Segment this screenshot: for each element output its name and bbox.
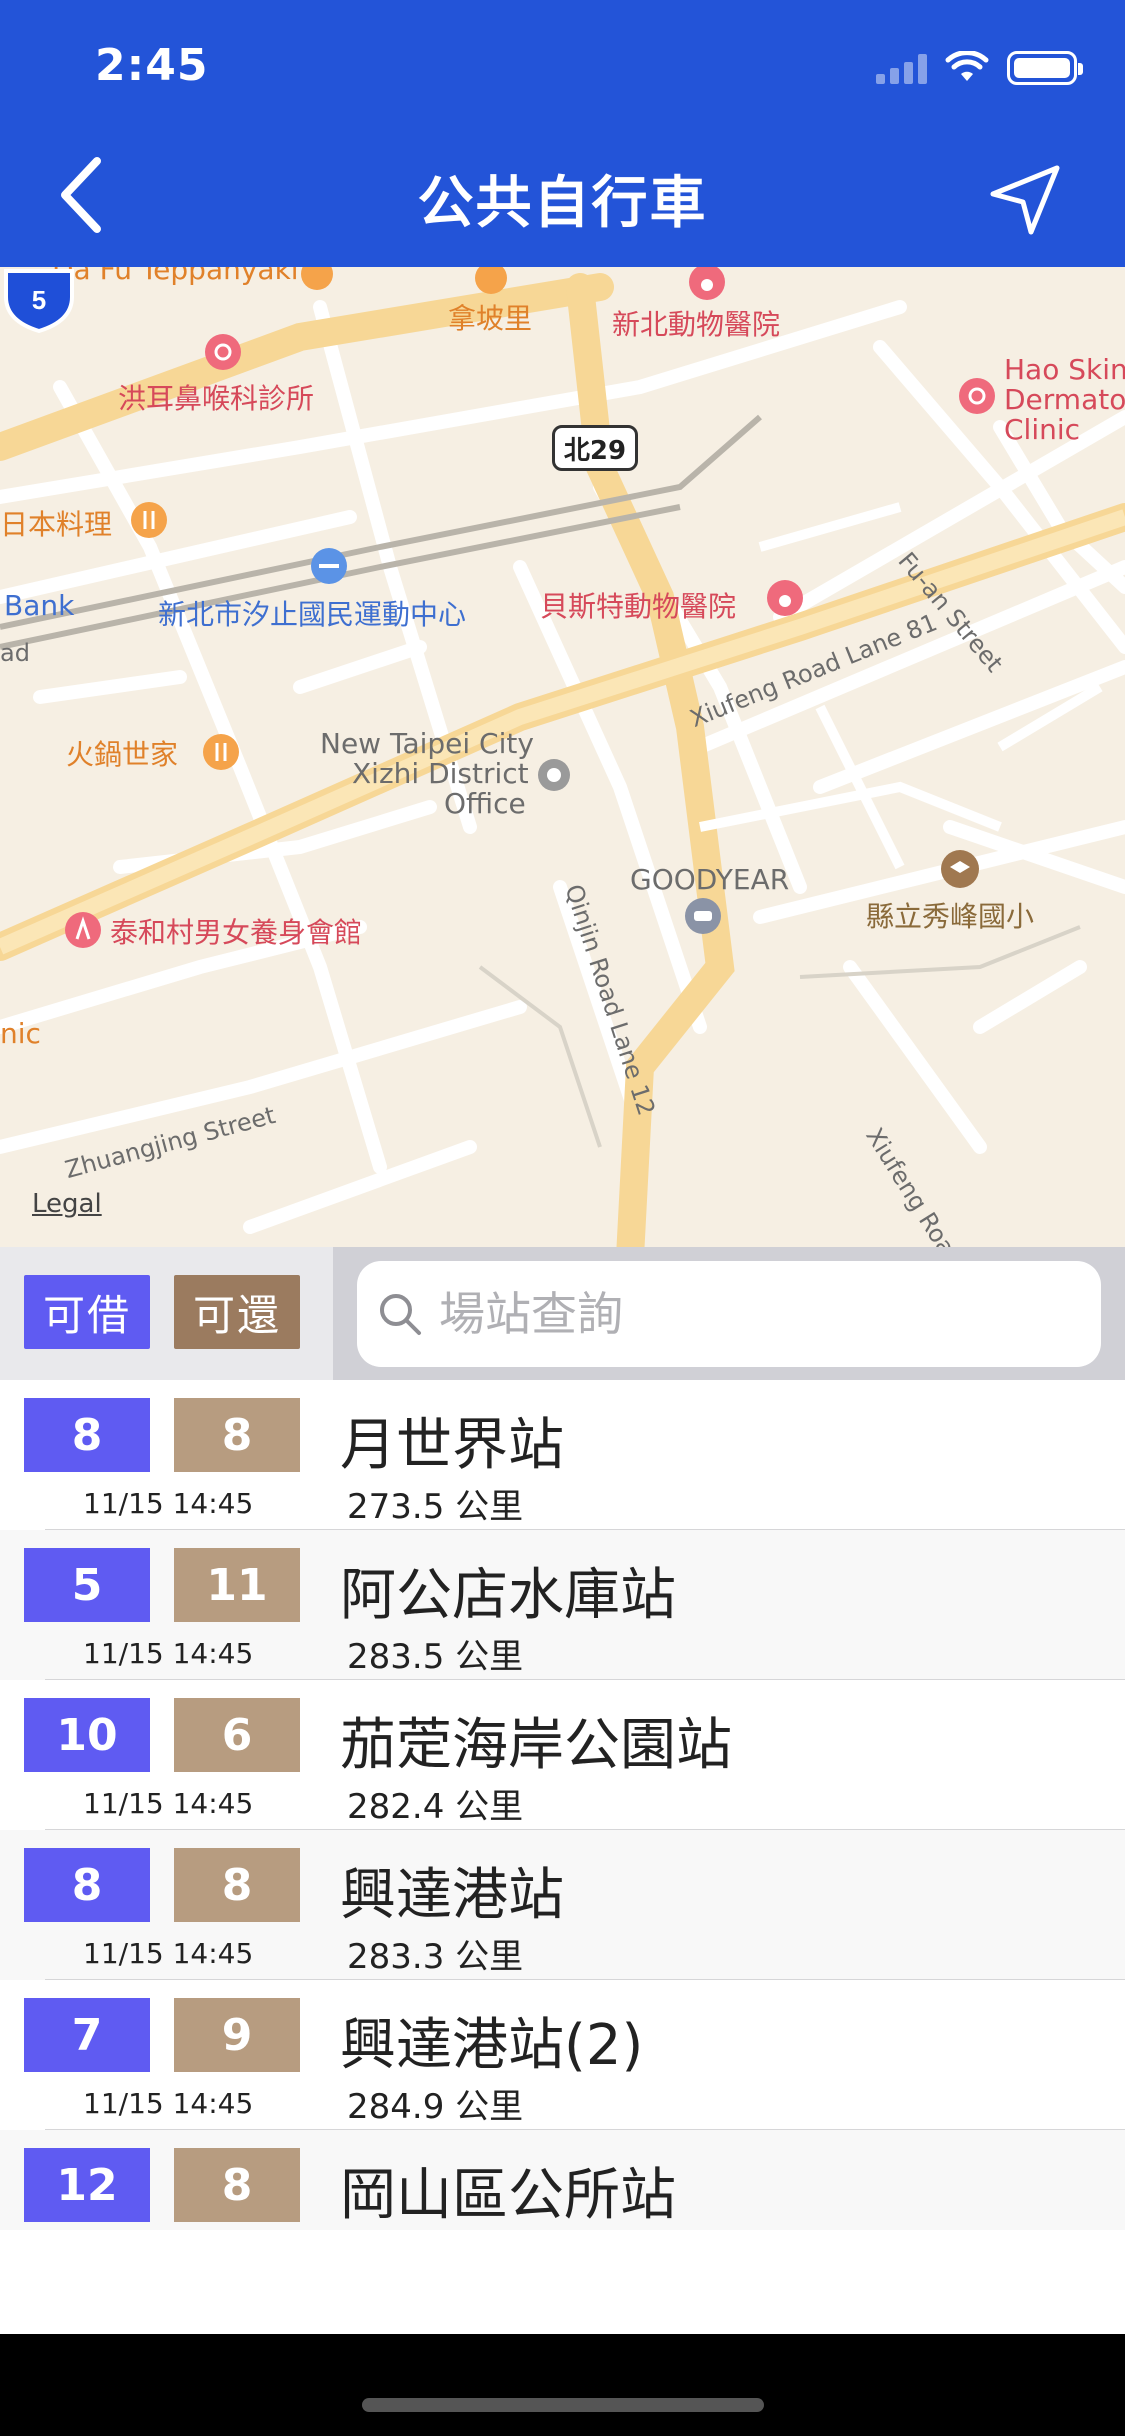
- search-input[interactable]: [439, 1287, 1039, 1341]
- update-time: 11/15 14:45: [83, 1487, 254, 1520]
- available-count: 8: [24, 1848, 150, 1922]
- map-label-sports-center: 新北市汐止國民運動中心: [158, 598, 467, 631]
- station-distance: 284.9 公里: [347, 2087, 524, 2127]
- map-label-road-edge: ad: [0, 639, 30, 667]
- paw-icon: [689, 267, 725, 300]
- update-time: 11/15 14:45: [83, 1787, 254, 1820]
- highway-shield-icon: 5: [3, 269, 74, 333]
- car-icon: [685, 898, 721, 934]
- update-time: 11/15 14:45: [83, 1937, 254, 1970]
- map-label-xinbei-vet: 新北動物醫院: [612, 308, 781, 341]
- search-icon: [380, 1294, 421, 1335]
- search-box[interactable]: [357, 1261, 1101, 1367]
- returnable-count: 8: [174, 1398, 300, 1472]
- station-row[interactable]: 12 8 岡山區公所站: [0, 2130, 1125, 2230]
- government-icon: [538, 759, 570, 791]
- status-time: 2:45: [95, 40, 209, 91]
- update-time: 11/15 14:45: [83, 2087, 254, 2120]
- map-label-ent-clinic: 洪耳鼻喉科診所: [118, 382, 315, 415]
- available-count: 5: [24, 1548, 150, 1622]
- school-icon: [941, 850, 979, 888]
- station-row[interactable]: 7 9 11/15 14:45 興達港站(2) 284.9 公里: [0, 1980, 1125, 2130]
- medical-icon: [205, 334, 241, 370]
- restaurant-icon: [301, 267, 333, 290]
- return-filter-button[interactable]: 可還: [174, 1275, 300, 1349]
- available-count: 10: [24, 1698, 150, 1772]
- returnable-count: 11: [174, 1548, 300, 1622]
- returnable-count: 6: [174, 1698, 300, 1772]
- station-row[interactable]: 8 8 11/15 14:45 興達港站 283.3 公里: [0, 1830, 1125, 1980]
- update-time: 11/15 14:45: [83, 1637, 254, 1670]
- home-indicator[interactable]: [362, 2398, 764, 2412]
- station-distance: 283.5 公里: [347, 1637, 524, 1677]
- station-name: 茄萣海岸公園站: [340, 1713, 732, 1778]
- map-label-hao-skin-2: Dermato: [1004, 383, 1125, 416]
- locate-button[interactable]: [985, 160, 1065, 240]
- station-name: 阿公店水庫站: [340, 1563, 676, 1628]
- bottom-safe-area: [0, 2334, 1125, 2436]
- station-name: 月世界站: [340, 1413, 564, 1478]
- top-bar: 2:45 公共自行車: [0, 0, 1125, 267]
- station-row[interactable]: 5 11 11/15 14:45 阿公店水庫站 283.5 公里: [0, 1530, 1125, 1680]
- station-list: 8 8 11/15 14:45 月世界站 273.5 公里 5 11 11/15…: [0, 1380, 1125, 2230]
- map-label-xiufeng-school: 縣立秀峰國小: [866, 900, 1035, 933]
- pizza-icon: [475, 267, 507, 294]
- location-arrow-icon: [990, 165, 1060, 235]
- station-distance: 273.5 公里: [347, 1487, 524, 1527]
- restaurant-icon: [131, 502, 167, 538]
- map-label-teppanyaki: Da Fu Teppanyaki: [52, 267, 299, 286]
- map-label-clinic-edge: nic: [0, 1017, 41, 1050]
- map-label-hao-skin-1: Hao Skin: [1004, 353, 1125, 386]
- route-shield: 北29: [552, 425, 638, 471]
- station-distance: 283.3 公里: [347, 1937, 524, 1977]
- map-label-gym: 泰和村男女養身會館: [110, 916, 363, 949]
- station-distance: 282.4 公里: [347, 1787, 524, 1827]
- station-name: 興達港站(2): [340, 2013, 644, 2078]
- fitness-icon: [311, 548, 347, 584]
- restaurant-icon: [203, 734, 239, 770]
- paw-icon: [767, 580, 803, 616]
- map-label-hao-skin-3: Clinic: [1004, 413, 1081, 446]
- page-title: 公共自行車: [417, 171, 708, 236]
- highway-number: 5: [32, 285, 46, 315]
- map-view[interactable]: Da Fu Teppanyaki 拿坡里 新北動物醫院 洪耳鼻喉科診所 Hao …: [0, 267, 1125, 1247]
- available-count: 8: [24, 1398, 150, 1472]
- station-name: 岡山區公所站: [340, 2163, 676, 2228]
- map-legal-link[interactable]: Legal: [32, 1189, 102, 1219]
- map-label-district-office-1: New Taipei City: [320, 727, 534, 760]
- returnable-count: 9: [174, 1998, 300, 2072]
- gym-icon: [65, 912, 101, 948]
- search-bar: [333, 1247, 1125, 1380]
- station-row[interactable]: 10 6 11/15 14:45 茄萣海岸公園站 282.4 公里: [0, 1680, 1125, 1830]
- map-label-best-vet: 貝斯特動物醫院: [540, 590, 737, 623]
- station-row[interactable]: 8 8 11/15 14:45 月世界站 273.5 公里: [0, 1380, 1125, 1530]
- map-label-napoli: 拿坡里: [448, 302, 533, 335]
- map-label-hotpot: 火鍋世家: [66, 738, 179, 771]
- available-count: 7: [24, 1998, 150, 2072]
- returnable-count: 8: [174, 1848, 300, 1922]
- map-label-district-office-2: Xizhi District: [352, 757, 529, 790]
- map-label-district-office-3: Office: [444, 787, 526, 820]
- map-label-japanese: 日本料理: [0, 508, 113, 541]
- borrow-filter-button[interactable]: 可借: [24, 1275, 150, 1349]
- filter-bar: 可借 可還: [0, 1247, 1125, 1380]
- battery-icon: [1007, 51, 1083, 85]
- returnable-count: 8: [174, 2148, 300, 2222]
- map-label-goodyear: GOODYEAR: [630, 863, 790, 896]
- status-icons: [876, 48, 1083, 88]
- medical-icon: [959, 378, 995, 414]
- map-label-bank: Bank: [4, 589, 75, 622]
- cellular-signal-icon: [876, 52, 927, 84]
- station-name: 興達港站: [340, 1863, 564, 1928]
- wifi-icon: [945, 51, 989, 81]
- available-count: 12: [24, 2148, 150, 2222]
